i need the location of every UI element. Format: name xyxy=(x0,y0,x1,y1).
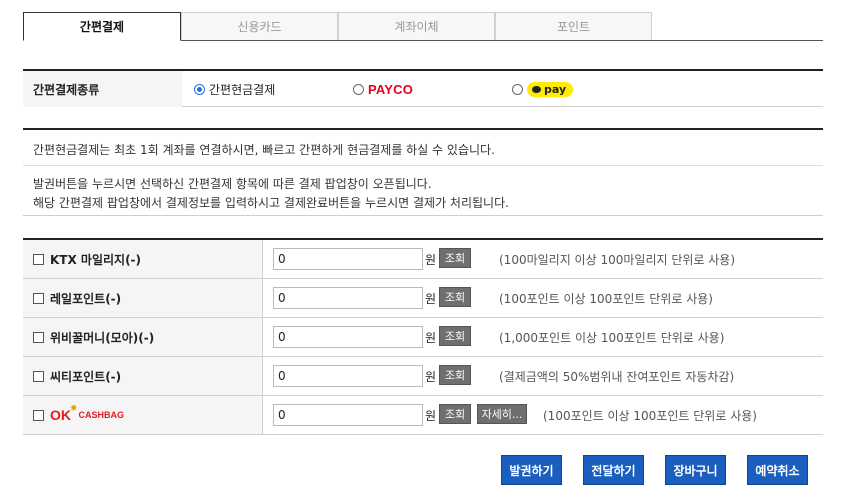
info-text-2: 발권버튼을 누르시면 선택하신 간편결제 항목에 따른 결제 팝업창이 오픈됩니… xyxy=(33,177,432,191)
tab-easy-pay[interactable]: 간편결제 xyxy=(23,12,181,41)
rail-point-lookup-button[interactable]: 조회 xyxy=(439,287,471,307)
tab-account-transfer[interactable]: 계좌이체 xyxy=(338,12,495,40)
rail-point-amount-input[interactable] xyxy=(273,287,423,309)
points-table: KTX 마일리지(-) 원 조회 (100마일리지 이상 100마일리지 단위로… xyxy=(23,238,823,435)
sparkle-icon: ✸ xyxy=(70,404,78,414)
ktx-mileage-checkbox[interactable] xyxy=(33,253,44,265)
payco-logo: PAYCO xyxy=(368,81,414,97)
okcashbag-note: (100포인트 이상 100포인트 단위로 사용) xyxy=(543,409,757,423)
currency-unit: 원 xyxy=(425,253,437,267)
points-row-ktx: KTX 마일리지(-) 원 조회 (100마일리지 이상 100마일리지 단위로… xyxy=(23,240,823,279)
ktx-mileage-label: KTX 마일리지(-) xyxy=(50,252,142,267)
currency-unit: 원 xyxy=(425,370,437,384)
currency-unit: 원 xyxy=(425,331,437,345)
points-label-cell: 레일포인트(-) xyxy=(23,279,263,317)
info-text-1: 간편현금결제는 최초 1회 계좌를 연결하시면, 빠르고 간편하게 현금결제를 … xyxy=(33,143,495,157)
cancel-reservation-button[interactable]: 예약취소 xyxy=(747,455,808,485)
tab-credit-card[interactable]: 신용카드 xyxy=(181,12,338,40)
points-label-cell: OK ✸ CASHBAG xyxy=(23,396,263,434)
radio-unchecked-icon xyxy=(512,83,523,95)
issue-ticket-button[interactable]: 발권하기 xyxy=(501,455,562,485)
wibee-money-label: 위비꿀머니(모아)(-) xyxy=(50,330,155,345)
kakaopay-text: pay xyxy=(544,82,567,96)
payment-tabs: 간편결제 신용카드 계좌이체 포인트 xyxy=(23,12,823,41)
easy-pay-type-label: 간편결제종류 xyxy=(23,71,182,107)
citi-point-amount-input[interactable] xyxy=(273,365,423,387)
ktx-mileage-lookup-button[interactable]: 조회 xyxy=(439,248,471,268)
points-row-citi: 씨티포인트(-) 원 조회 (결제금액의 50%범위내 잔여포인트 자동차감) xyxy=(23,357,823,396)
okcashbag-detail-button[interactable]: 자세히... xyxy=(477,404,527,424)
citi-point-note: (결제금액의 50%범위내 잔여포인트 자동차감) xyxy=(499,370,735,384)
kakaopay-logo: pay xyxy=(527,81,574,97)
radio-checked-icon xyxy=(194,83,205,95)
citi-point-label: 씨티포인트(-) xyxy=(50,369,122,384)
points-row-rail: 레일포인트(-) 원 조회 (100포인트 이상 100포인트 단위로 사용) xyxy=(23,279,823,318)
okcashbag-amount-input[interactable] xyxy=(273,404,423,426)
wibee-money-lookup-button[interactable]: 조회 xyxy=(439,326,471,346)
citi-point-checkbox[interactable] xyxy=(33,370,44,382)
okcashbag-logo: OK ✸ CASHBAG xyxy=(50,404,125,423)
wibee-money-checkbox[interactable] xyxy=(33,331,44,343)
points-label-cell: 위비꿀머니(모아)(-) xyxy=(23,318,263,356)
okcashbag-logo-ok: OK xyxy=(50,407,71,423)
transfer-ticket-button[interactable]: 전달하기 xyxy=(583,455,644,485)
points-row-okcashbag: OK ✸ CASHBAG 원 조회 자세히... (100포인트 이상 100포… xyxy=(23,396,823,435)
cart-button[interactable]: 장바구니 xyxy=(665,455,726,485)
wibee-money-note: (1,000포인트 이상 100포인트 단위로 사용) xyxy=(499,331,725,345)
rail-point-note: (100포인트 이상 100포인트 단위로 사용) xyxy=(499,292,713,306)
rail-point-label: 레일포인트(-) xyxy=(50,291,122,306)
okcashbag-checkbox[interactable] xyxy=(33,409,44,421)
points-label-cell: 씨티포인트(-) xyxy=(23,357,263,395)
radio-easy-cash[interactable]: 간편현금결제 xyxy=(194,71,275,107)
radio-payco[interactable]: PAYCO xyxy=(353,71,413,107)
radio-kakaopay[interactable]: pay xyxy=(512,71,574,107)
info-text-3: 해당 간편결제 팝업창에서 결제정보를 입력하시고 결제완료버튼을 누르시면 결… xyxy=(33,196,509,210)
okcashbag-logo-cashbag: CASHBAG xyxy=(78,410,125,420)
ktx-mileage-amount-input[interactable] xyxy=(273,248,423,270)
points-label-cell: KTX 마일리지(-) xyxy=(23,240,263,278)
okcashbag-lookup-button[interactable]: 조회 xyxy=(439,404,471,424)
citi-point-lookup-button[interactable]: 조회 xyxy=(439,365,471,385)
easy-pay-type-row: 간편결제종류 간편현금결제 PAYCO pay xyxy=(23,69,823,107)
tab-points[interactable]: 포인트 xyxy=(495,12,652,40)
radio-unchecked-icon xyxy=(353,83,364,95)
speech-bubble-icon xyxy=(532,85,541,93)
radio-easy-cash-label: 간편현금결제 xyxy=(209,82,276,97)
rail-point-checkbox[interactable] xyxy=(33,292,44,304)
currency-unit: 원 xyxy=(425,292,437,306)
divider xyxy=(23,165,823,166)
currency-unit: 원 xyxy=(425,409,437,423)
ktx-mileage-note: (100마일리지 이상 100마일리지 단위로 사용) xyxy=(499,253,736,267)
wibee-money-amount-input[interactable] xyxy=(273,326,423,348)
points-row-wibee: 위비꿀머니(모아)(-) 원 조회 (1,000포인트 이상 100포인트 단위… xyxy=(23,318,823,357)
info-box: 간편현금결제는 최초 1회 계좌를 연결하시면, 빠르고 간편하게 현금결제를 … xyxy=(23,128,823,216)
